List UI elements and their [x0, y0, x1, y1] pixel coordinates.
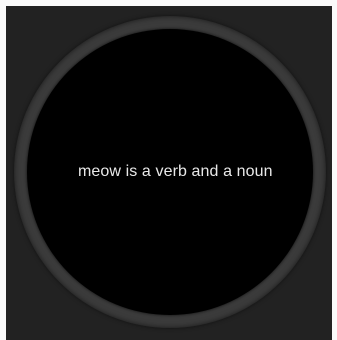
watch-bezel: meow is a verb and a noun [14, 16, 326, 328]
device-frame: meow is a verb and a noun [6, 6, 332, 340]
watch-screen: meow is a verb and a noun [27, 29, 313, 315]
message-text: meow is a verb and a noun [78, 163, 273, 180]
